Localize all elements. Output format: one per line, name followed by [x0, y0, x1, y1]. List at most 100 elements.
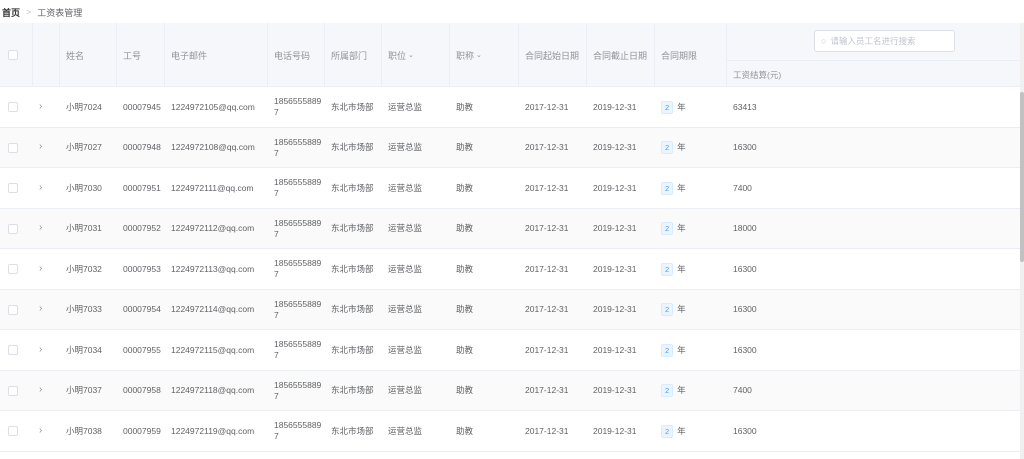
cell-phone: 18565558897 [268, 411, 325, 451]
row-select-cell [0, 168, 33, 208]
cell-email: 1224972115@qq.com [165, 330, 268, 370]
table-row[interactable]: › 小明7033 00007954 1224972114@qq.com 18565558… [0, 289, 1020, 330]
row-checkbox[interactable] [8, 264, 18, 274]
table-row[interactable]: › 小明7032 00007953 1224972113@qq.com 18565558… [0, 249, 1020, 290]
header-dept: 所属部门 [325, 23, 382, 87]
breadcrumb-home[interactable]: 首页 [2, 6, 20, 19]
term-tag: 2 [661, 222, 674, 235]
cell-name-text: 小明7038 [66, 425, 102, 436]
cell-end-text: 2019-12-31 [593, 223, 637, 234]
row-select-cell [0, 209, 33, 249]
cell-id: 00007952 [117, 209, 165, 249]
cell-start: 2017-12-31 [519, 249, 587, 289]
cell-phone: 18565558897 [268, 330, 325, 370]
row-expand-cell: › [33, 411, 60, 451]
cell-email-text: 1224972112@qq.com [171, 223, 255, 234]
filter-chevron-down-icon[interactable]: ⌄ [408, 51, 414, 59]
header-title[interactable]: 职称 ⌄ [450, 23, 519, 87]
header-phone-label: 电话号码 [274, 50, 311, 61]
chevron-right-icon[interactable]: › [39, 425, 42, 438]
chevron-right-icon[interactable]: › [39, 141, 42, 154]
table-row[interactable]: › 小明7031 00007952 1224972112@qq.com 18565558… [0, 208, 1020, 249]
header-position[interactable]: 职位 ⌄ [382, 23, 450, 87]
cell-dept: 东北市场部 [325, 249, 382, 289]
chevron-right-icon[interactable]: › [39, 101, 42, 114]
row-checkbox[interactable] [8, 345, 18, 355]
row-checkbox[interactable] [8, 304, 18, 315]
cell-position: 运营总监 [382, 168, 450, 208]
cell-position-text: 运营总监 [388, 101, 423, 112]
row-expand-cell: › [33, 249, 60, 289]
cell-end: 2019-12-31 [587, 168, 655, 208]
row-expand-cell: › [33, 330, 60, 370]
term-unit: 年 [677, 304, 686, 315]
cell-name: 小明7037 [60, 371, 117, 411]
chevron-right-icon[interactable]: › [39, 384, 42, 397]
cell-name: 小明7032 [60, 249, 117, 289]
cell-title: 助教 [450, 290, 519, 330]
term-unit: 年 [677, 263, 686, 274]
row-checkbox[interactable] [8, 183, 18, 193]
row-checkbox[interactable] [8, 426, 18, 436]
row-expand-cell: › [33, 168, 60, 208]
table-row[interactable]: › 小明7030 00007951 1224972111@qq.com 18565558… [0, 168, 1020, 209]
row-checkbox[interactable] [8, 385, 18, 396]
cell-name-text: 小明7030 [66, 182, 102, 193]
breadcrumb: 首页 > 工资表管理 [0, 0, 1024, 24]
header-phone: 电话号码 [268, 23, 325, 87]
row-checkbox[interactable] [8, 142, 18, 153]
cell-dept: 东北市场部 [325, 371, 382, 411]
chevron-right-icon[interactable]: › [39, 182, 42, 195]
cell-phone: 18565558897 [268, 371, 325, 411]
chevron-right-icon[interactable]: › [39, 303, 42, 316]
cell-dept-text: 东北市场部 [331, 385, 374, 396]
cell-phone: 18565558897 [268, 290, 325, 330]
cell-id: 00007955 [117, 330, 165, 370]
row-checkbox[interactable] [8, 102, 18, 112]
cell-email-text: 1224972118@qq.com [171, 385, 255, 396]
header-select-cell [0, 23, 33, 87]
row-checkbox[interactable] [8, 223, 18, 234]
row-expand-cell: › [33, 371, 60, 411]
cell-salary: 16300 [727, 411, 1020, 451]
table-row[interactable]: › 小明7034 00007955 1224972115@qq.com 18565558… [0, 330, 1020, 371]
table-row[interactable]: › 小明7024 00007945 1224972105@qq.com 18565558… [0, 87, 1020, 128]
search-box[interactable]: ○ [814, 30, 955, 52]
cell-start: 2017-12-31 [519, 290, 587, 330]
cell-email: 1224972113@qq.com [165, 249, 268, 289]
cell-end: 2019-12-31 [587, 330, 655, 370]
select-all-checkbox[interactable] [8, 50, 18, 60]
cell-position: 运营总监 [382, 249, 450, 289]
chevron-right-icon[interactable]: › [39, 344, 42, 357]
chevron-right-icon[interactable]: › [39, 222, 42, 235]
cell-id-text: 00007955 [123, 344, 161, 355]
chevron-right-icon[interactable]: › [39, 263, 42, 276]
scrollbar-thumb[interactable] [1020, 92, 1024, 262]
cell-email: 1224972108@qq.com [165, 128, 268, 168]
cell-phone-text: 18565558897 [274, 96, 322, 117]
header-email-label: 电子邮件 [171, 50, 208, 61]
term-tag: 2 [661, 343, 674, 357]
cell-salary: 16300 [727, 290, 1020, 330]
cell-name: 小明7031 [60, 209, 117, 249]
cell-dept-text: 东北市场部 [331, 223, 374, 234]
cell-start: 2017-12-31 [519, 411, 587, 451]
salary-table: 姓名 工号 电子邮件 电话号码 所属部门 职位 ⌄ 职称 ⌄ 合同起始日期 合同截止… [0, 23, 1020, 459]
table-row[interactable]: › 小明7037 00007958 1224972118@qq.com 18565558… [0, 370, 1020, 411]
cell-end-text: 2019-12-31 [593, 385, 637, 396]
cell-id: 00007945 [117, 87, 165, 127]
cell-phone-text: 18565558897 [274, 258, 322, 279]
cell-dept: 东北市场部 [325, 87, 382, 127]
table-row[interactable]: › 小明7038 00007959 1224972119@qq.com 18565558… [0, 411, 1020, 452]
filter-chevron-down-icon[interactable]: ⌄ [476, 51, 482, 59]
table-row[interactable]: › 小明7027 00007948 1224972108@qq.com 18565558… [0, 127, 1020, 168]
cell-salary-text: 7400 [733, 385, 752, 396]
cell-phone-text: 18565558897 [274, 177, 322, 198]
cell-start-text: 2017-12-31 [525, 344, 569, 355]
search-input[interactable] [830, 36, 949, 46]
cell-salary-text: 16300 [733, 344, 757, 355]
cell-position-text: 运营总监 [388, 344, 423, 355]
cell-salary: 7400 [727, 371, 1020, 411]
cell-name-text: 小明7024 [66, 101, 102, 112]
cell-start: 2017-12-31 [519, 168, 587, 208]
